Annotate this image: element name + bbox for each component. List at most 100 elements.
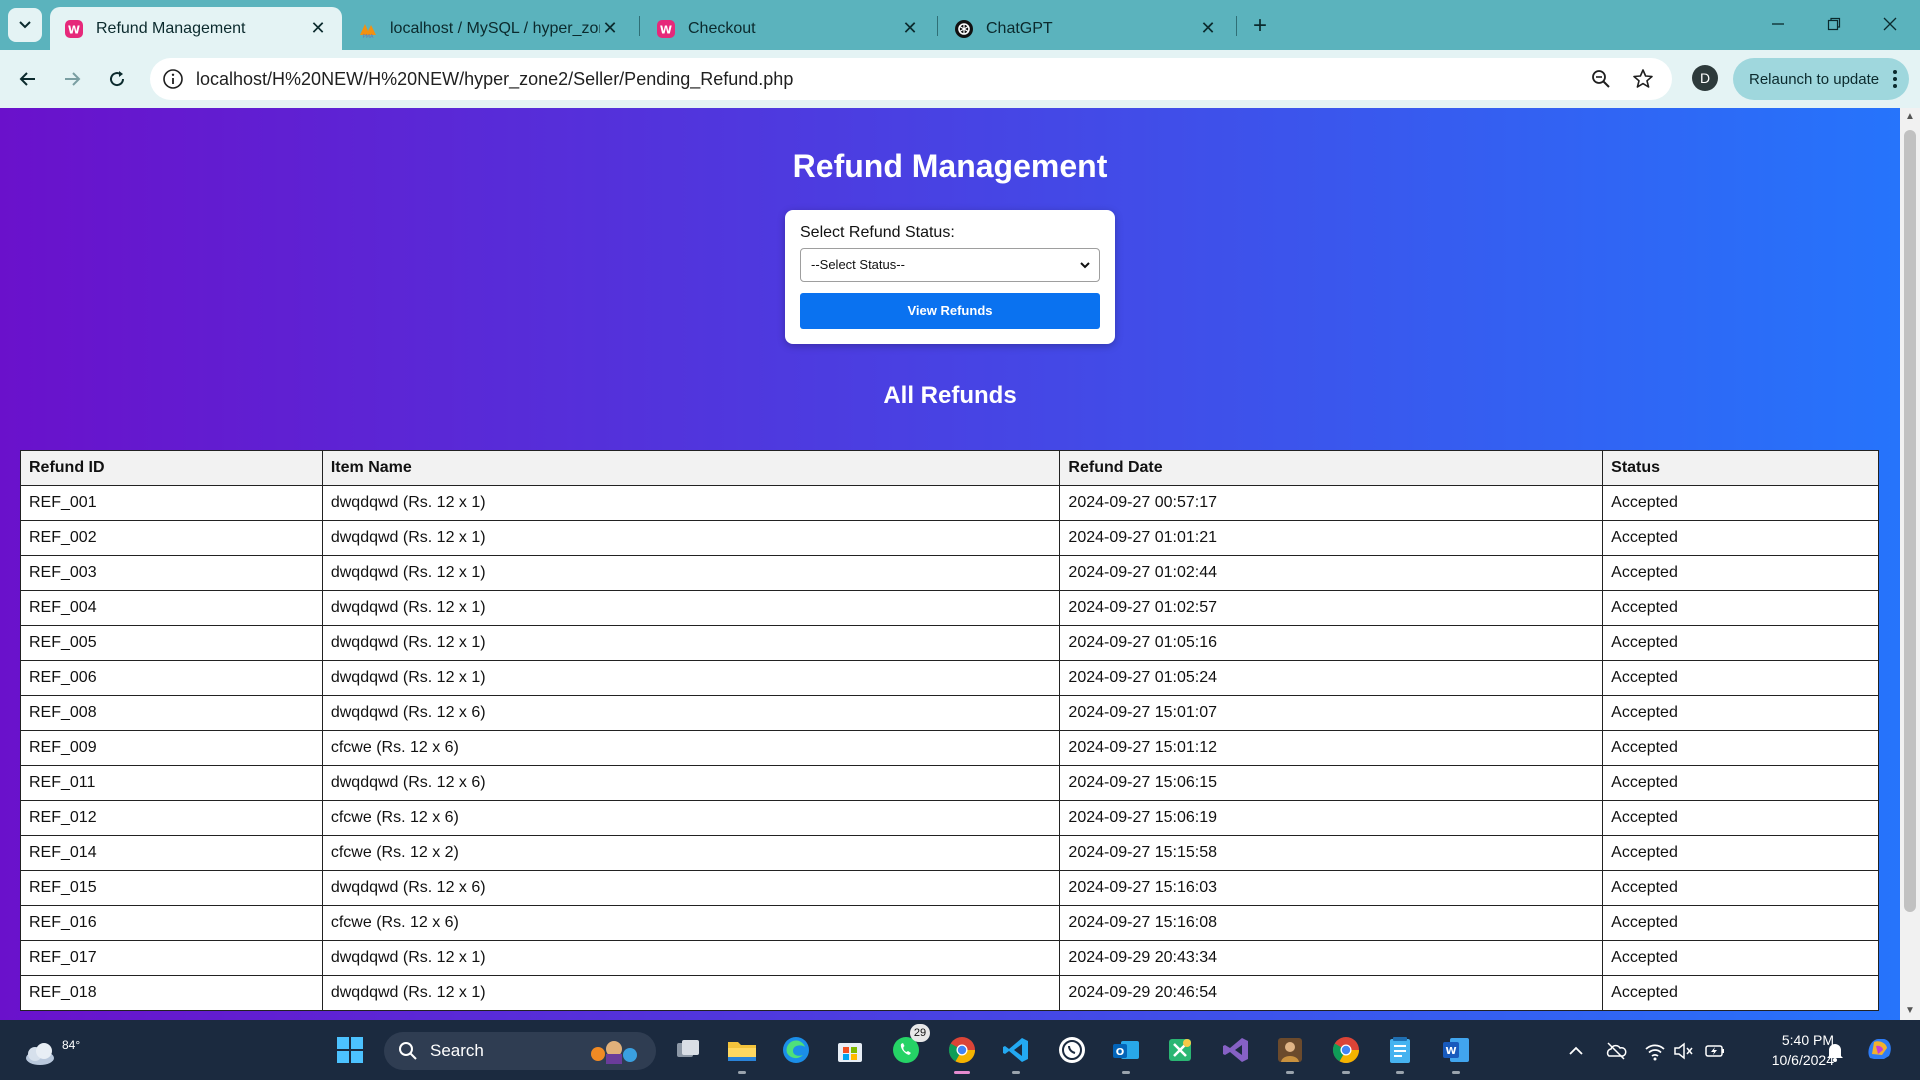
- forward-button[interactable]: [54, 61, 90, 97]
- tab-title: ChatGPT: [986, 19, 1053, 37]
- cell-refund-date: 2024-09-27 15:16:08: [1059, 905, 1604, 941]
- browser-toolbar: localhost/H%20NEW/H%20NEW/hyper_zone2/Se…: [0, 50, 1920, 108]
- vscode-icon[interactable]: [996, 1030, 1036, 1074]
- table-row: REF_001 dwqdqwd (Rs. 12 x 1) 2024-09-27 00…: [20, 485, 1879, 521]
- new-tab-button[interactable]: +: [1246, 12, 1274, 40]
- file-explorer-icon[interactable]: [722, 1030, 762, 1074]
- cell-item-name: dwqdqwd (Rs. 12 x 6): [321, 695, 1061, 731]
- wamp-favicon-icon: W: [657, 19, 675, 38]
- close-tab-icon[interactable]: ✕: [600, 18, 620, 39]
- cell-refund-id: REF_009: [20, 730, 323, 766]
- tab-title: Checkout: [688, 19, 756, 37]
- cell-refund-date: 2024-09-27 01:01:21: [1059, 520, 1604, 556]
- whatsapp-white-icon[interactable]: [1052, 1030, 1092, 1070]
- notepad-icon[interactable]: [1380, 1030, 1420, 1074]
- cell-refund-id: REF_016: [20, 905, 323, 941]
- page-viewport: Refund Management Select Refund Status: …: [0, 108, 1920, 1020]
- reload-button[interactable]: [99, 61, 135, 97]
- cell-status: Accepted: [1602, 555, 1879, 591]
- cell-refund-date: 2024-09-27 15:06:19: [1059, 800, 1604, 836]
- cell-refund-id: REF_008: [20, 695, 323, 731]
- tab-search-button[interactable]: [8, 8, 42, 42]
- tab-strip: W Refund Management ✕ PMA localhost / My…: [0, 0, 1920, 50]
- word-icon[interactable]: W: [1436, 1030, 1476, 1074]
- table-row: REF_016 cfcwe (Rs. 12 x 6) 2024-09-27 15:1…: [20, 905, 1879, 941]
- tab-refund-management[interactable]: W Refund Management ✕: [50, 7, 342, 50]
- task-view-icon[interactable]: [668, 1030, 708, 1070]
- cell-status: Accepted: [1602, 800, 1879, 836]
- cell-refund-date: 2024-09-27 01:05:24: [1059, 660, 1604, 696]
- close-window-button[interactable]: [1870, 10, 1910, 38]
- table-row: REF_003 dwqdqwd (Rs. 12 x 1) 2024-09-27 01…: [20, 555, 1879, 591]
- visual-studio-icon[interactable]: [1216, 1030, 1256, 1070]
- restore-button[interactable]: [1814, 10, 1854, 38]
- cell-refund-date: 2024-09-27 15:01:07: [1059, 695, 1604, 731]
- cell-status: Accepted: [1602, 975, 1879, 1011]
- wifi-icon[interactable]: [1644, 1040, 1666, 1062]
- minimize-button[interactable]: [1758, 10, 1798, 38]
- close-tab-icon[interactable]: ✕: [900, 18, 920, 39]
- bookmark-star-icon[interactable]: [1632, 68, 1654, 90]
- whatsapp-icon[interactable]: 29: [886, 1024, 930, 1070]
- taskbar-search-box[interactable]: Search: [384, 1032, 656, 1070]
- tab-phpmyadmin[interactable]: PMA localhost / MySQL / hyper_zone ✕: [344, 7, 634, 50]
- battery-charging-icon[interactable]: [1704, 1040, 1726, 1062]
- cell-status: Accepted: [1602, 905, 1879, 941]
- onedrive-offline-icon[interactable]: [1605, 1040, 1627, 1062]
- tab-checkout[interactable]: W Checkout ✕: [642, 7, 934, 50]
- tab-chatgpt[interactable]: ChatGPT ✕: [940, 7, 1232, 50]
- tab-separator: [1236, 16, 1237, 36]
- svg-text:PMA: PMA: [363, 34, 374, 39]
- url-text[interactable]: localhost/H%20NEW/H%20NEW/hyper_zone2/Se…: [196, 58, 793, 100]
- refunds-table: Refund ID Item Name Refund Date Status R…: [20, 450, 1879, 1011]
- address-bar[interactable]: localhost/H%20NEW/H%20NEW/hyper_zone2/Se…: [150, 58, 1672, 100]
- edge-browser-icon[interactable]: [776, 1030, 816, 1070]
- scroll-thumb[interactable]: [1904, 130, 1916, 912]
- zoom-icon[interactable]: [1590, 68, 1612, 90]
- copilot-icon[interactable]: [1864, 1034, 1894, 1064]
- cell-item-name: cfcwe (Rs. 12 x 6): [321, 730, 1061, 766]
- photo-app-icon[interactable]: [1270, 1030, 1310, 1074]
- chrome-profile-icon[interactable]: [1326, 1030, 1366, 1074]
- running-indicator: [1012, 1071, 1020, 1074]
- cell-status: Accepted: [1602, 730, 1879, 766]
- scroll-down-arrow-icon[interactable]: ▼: [1905, 1006, 1915, 1016]
- start-button[interactable]: [330, 1030, 370, 1070]
- system-clock[interactable]: 5:40 PM 10/6/2024: [1744, 1030, 1834, 1070]
- page-scrollbar[interactable]: ▲ ▼: [1900, 108, 1920, 1020]
- cell-refund-id: REF_003: [20, 555, 323, 591]
- chevron-up-icon[interactable]: [1565, 1040, 1587, 1062]
- cell-item-name: dwqdqwd (Rs. 12 x 1): [321, 975, 1061, 1011]
- notification-bell-icon[interactable]: [1824, 1040, 1846, 1062]
- svg-text:O: O: [1116, 1047, 1125, 1058]
- header-item-name: Item Name: [321, 450, 1061, 486]
- close-tab-icon[interactable]: ✕: [1198, 18, 1218, 39]
- back-button[interactable]: [10, 61, 46, 97]
- cell-item-name: dwqdqwd (Rs. 12 x 1): [321, 485, 1061, 521]
- weather-widget[interactable]: 84°: [20, 1028, 80, 1072]
- close-tab-icon[interactable]: ✕: [308, 18, 328, 39]
- relaunch-to-update-button[interactable]: Relaunch to update: [1733, 58, 1909, 100]
- view-refunds-button[interactable]: View Refunds: [800, 293, 1100, 329]
- cell-refund-id: REF_001: [20, 485, 323, 521]
- cell-status: Accepted: [1602, 765, 1879, 801]
- svg-text:W: W: [660, 23, 672, 36]
- cell-item-name: dwqdqwd (Rs. 12 x 1): [321, 940, 1061, 976]
- cell-refund-id: REF_017: [20, 940, 323, 976]
- speaker-muted-icon[interactable]: [1672, 1040, 1694, 1062]
- cell-refund-id: REF_012: [20, 800, 323, 836]
- profile-avatar[interactable]: D: [1692, 65, 1718, 91]
- table-row: REF_012 cfcwe (Rs. 12 x 6) 2024-09-27 15:0…: [20, 800, 1879, 836]
- cell-refund-id: REF_002: [20, 520, 323, 556]
- search-label: Search: [430, 1041, 484, 1060]
- more-options-icon[interactable]: [1893, 69, 1897, 89]
- microsoft-store-icon[interactable]: [830, 1030, 870, 1070]
- chrome-icon[interactable]: [942, 1030, 982, 1074]
- refund-status-select[interactable]: --Select Status--: [800, 248, 1100, 282]
- outlook-icon[interactable]: O: [1106, 1030, 1146, 1074]
- scroll-up-arrow-icon[interactable]: ▲: [1905, 112, 1915, 122]
- weather-temperature: 84°: [62, 1038, 81, 1052]
- snipping-tool-icon[interactable]: [1160, 1030, 1200, 1070]
- site-info-icon[interactable]: [162, 68, 184, 90]
- search-icon: [399, 1042, 417, 1060]
